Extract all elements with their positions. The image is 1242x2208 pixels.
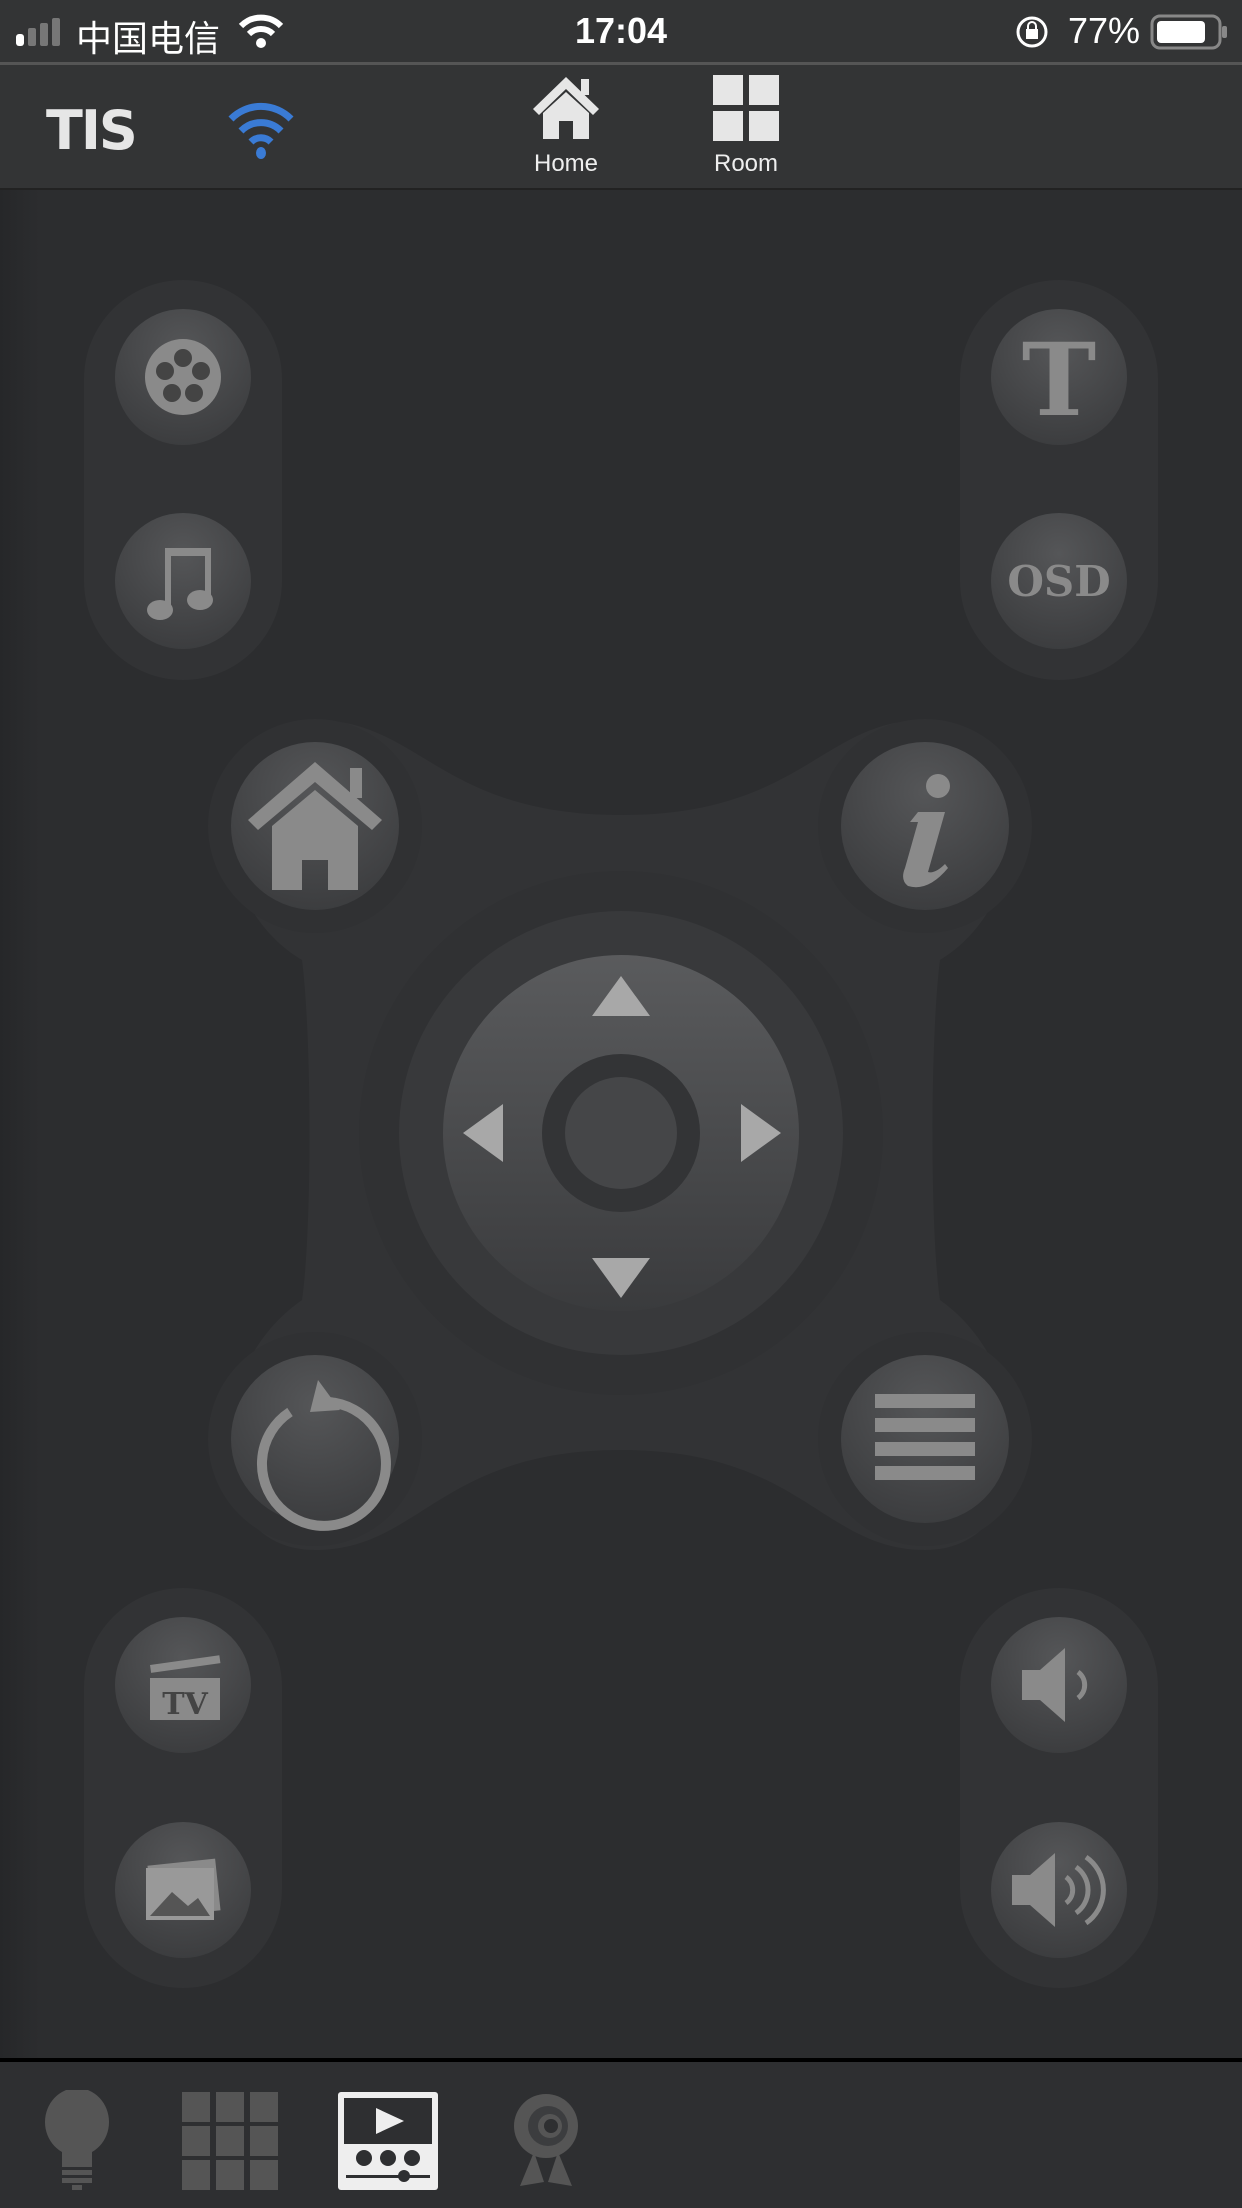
volume-down-button[interactable] [991,1617,1127,1753]
clock: 17:04 [574,10,668,51]
music-button[interactable] [115,513,251,649]
dpad [443,955,799,1311]
rotation-lock-icon [1016,16,1048,48]
battery-icon [1150,14,1227,50]
picture-icon [146,1858,221,1920]
back-button[interactable] [208,1332,422,1546]
osd-button-label: OSD [1007,557,1110,606]
bottom-tab-bar [0,2058,1242,2208]
battery-percent: 77% [1068,10,1141,51]
text-button-label: T [1022,321,1096,439]
nav-room-label: Room [713,150,779,177]
tis-logo: TIS [46,99,138,162]
info-button[interactable] [818,719,1032,933]
camera-icon [514,2094,578,2186]
home-icon [533,77,599,139]
wifi-connection-icon[interactable] [226,99,296,159]
grid-icon [182,2092,278,2190]
tab-media[interactable] [336,2090,440,2190]
app-header: TIS Home Room [0,62,1242,190]
light-bulb-icon [45,2090,109,2190]
status-bar: 中国电信 17:04 77% [0,0,1242,62]
media-player-icon [338,2092,438,2190]
nav-home[interactable]: Home [506,75,626,178]
film-reel-icon [145,339,221,415]
menu-button[interactable] [818,1332,1032,1546]
text-button[interactable]: T [991,309,1127,445]
tab-rooms[interactable] [178,2090,282,2190]
tab-lights[interactable] [32,2090,136,2190]
osd-button[interactable]: OSD [991,513,1127,649]
volume-up-button[interactable] [991,1822,1127,1958]
remote-panel: T OSD TV [0,190,1242,2058]
home-remote-button[interactable] [208,719,422,933]
movie-button[interactable] [115,309,251,445]
nav-home-label: Home [533,150,599,177]
picture-button[interactable] [115,1822,251,1958]
tab-camera[interactable] [496,2090,600,2190]
tv-button[interactable]: TV [115,1617,251,1753]
grid-icon [713,75,779,141]
dpad-ok-button[interactable] [565,1077,677,1189]
tv-label: TV [162,1687,208,1722]
nav-room[interactable]: Room [686,75,806,178]
